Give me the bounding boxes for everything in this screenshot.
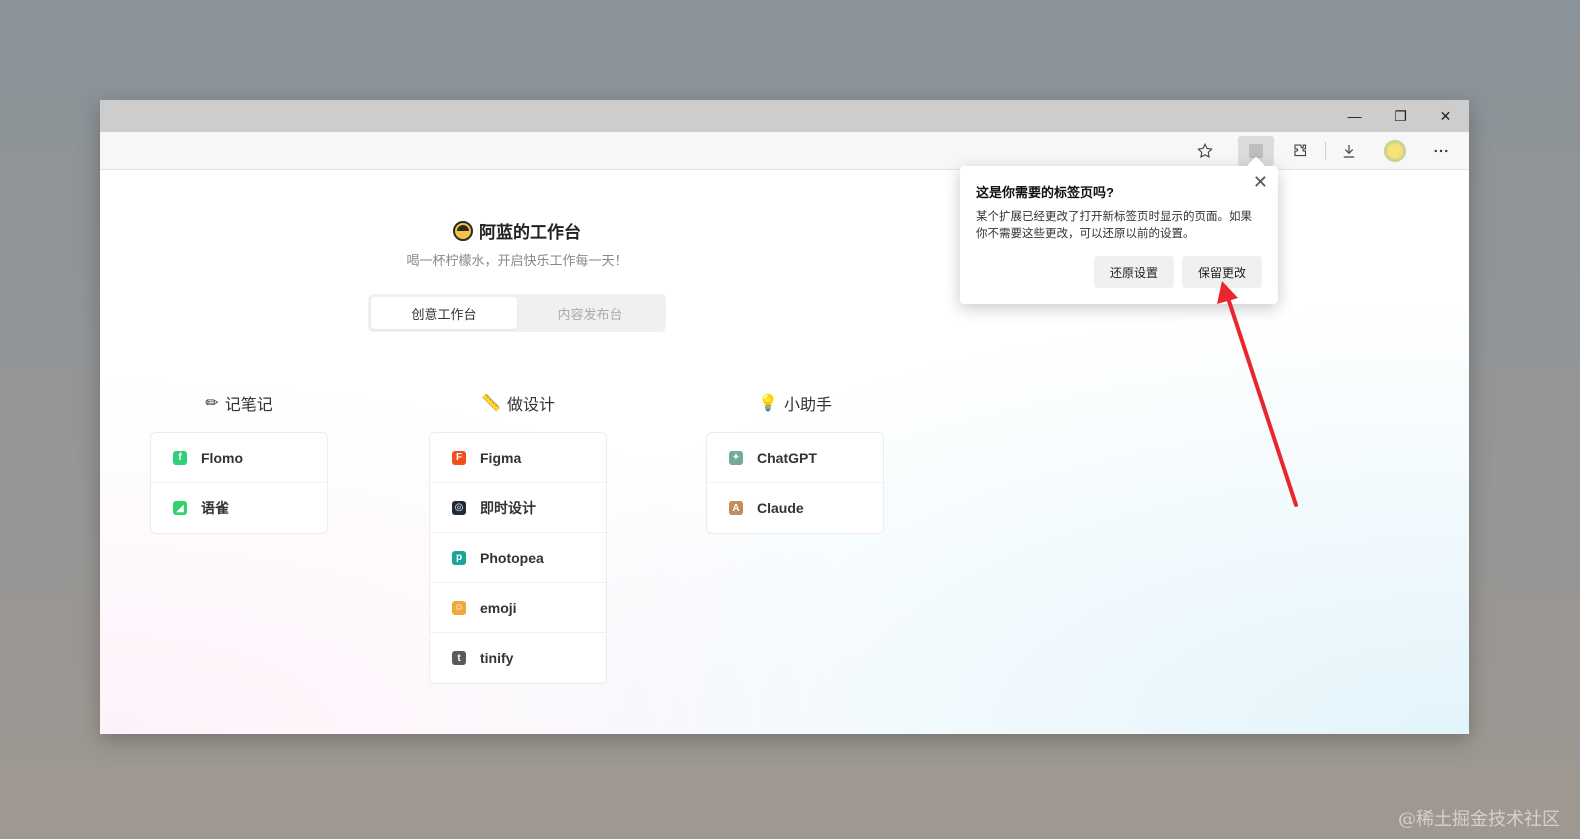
annotation-arrow (1217, 281, 1298, 507)
watermark: @稀土掘金技术社区 (1398, 809, 1560, 830)
